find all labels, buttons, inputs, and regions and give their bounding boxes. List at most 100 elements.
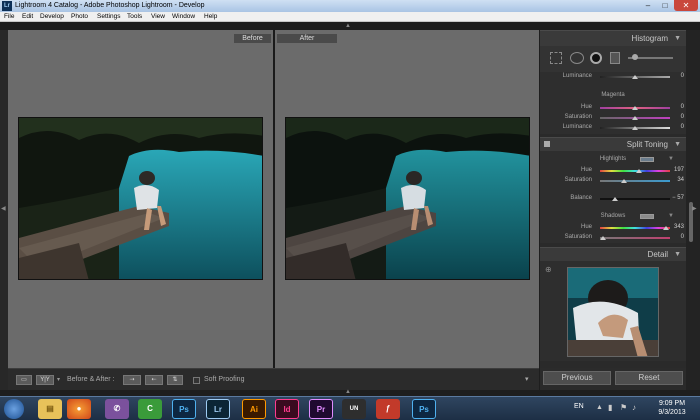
menu-settings[interactable]: Settings: [97, 12, 121, 22]
uniserver-icon[interactable]: UN: [342, 399, 366, 419]
network-icon[interactable]: ▮: [608, 403, 612, 412]
before-photo-image: [19, 118, 262, 279]
slider-knob[interactable]: [663, 226, 669, 230]
shadows-picker-icon[interactable]: ▼: [668, 213, 674, 219]
menu-window[interactable]: Window: [172, 12, 195, 22]
left-panel-toggle-strip[interactable]: ◀: [0, 30, 8, 390]
camtasia-icon[interactable]: C: [138, 399, 162, 419]
indesign-icon[interactable]: Id: [275, 399, 299, 419]
slider-knob[interactable]: [632, 126, 638, 130]
toolbar-menu-icon[interactable]: ▾: [525, 375, 529, 383]
menu-photo[interactable]: Photo: [71, 12, 88, 22]
windows-start-icon[interactable]: [4, 399, 24, 419]
shadows-hue-slider[interactable]: [600, 226, 670, 230]
left-panel-toggle-icon[interactable]: ◀: [1, 205, 6, 212]
graduated-filter-icon[interactable]: [610, 52, 620, 64]
shadows-saturation-value: 0: [680, 234, 684, 240]
target-adjust-icon[interactable]: ⊕: [545, 265, 552, 274]
panel-switch-icon[interactable]: [544, 141, 550, 147]
collapse-icon[interactable]: ▼: [674, 35, 681, 42]
slider-knob[interactable]: [600, 236, 606, 240]
flag-icon[interactable]: ⚑: [620, 403, 627, 412]
copy-before-to-after-button[interactable]: ⇢: [123, 375, 141, 385]
reset-button[interactable]: Reset: [615, 371, 683, 385]
mode-dropdown-icon[interactable]: ▾: [57, 376, 60, 383]
copy-after-to-before-button[interactable]: ⇠: [145, 375, 163, 385]
shadows-hue-value: 343: [673, 224, 684, 230]
loupe-view-button[interactable]: ▭: [16, 375, 32, 385]
detail-panel-header[interactable]: Detail ▼: [540, 247, 686, 261]
highlights-picker-icon[interactable]: ▼: [668, 156, 674, 162]
previous-button[interactable]: Previous: [543, 371, 611, 385]
before-photo: [18, 117, 263, 280]
magenta-luminance-slider[interactable]: [600, 126, 670, 130]
detail-panel: ⊕: [540, 261, 686, 361]
language-indicator[interactable]: EN: [574, 403, 584, 410]
magenta-saturation-slider[interactable]: [600, 116, 670, 120]
clock-time[interactable]: 9:09 PM: [652, 400, 692, 407]
bottom-panel-toggle-icon[interactable]: ▲: [345, 389, 351, 395]
menu-bar: File Edit Develop Photo Settings Tools V…: [0, 12, 700, 22]
bottom-toolbar: ▭ Y|Y ▾ Before & After : ⇢ ⇠ ⇅ Soft Proo…: [8, 368, 539, 390]
histogram-panel-header[interactable]: Histogram ▼: [540, 30, 686, 46]
lightroom-icon[interactable]: Lr: [206, 399, 230, 419]
swap-before-after-button[interactable]: ⇅: [167, 375, 183, 385]
collapse-icon[interactable]: ▼: [674, 141, 681, 148]
minimize-button[interactable]: –: [640, 0, 656, 11]
before-after-mode-button[interactable]: Y|Y: [36, 375, 54, 385]
after-pane: After: [275, 30, 539, 368]
menu-tools[interactable]: Tools: [127, 12, 142, 22]
menu-help[interactable]: Help: [204, 12, 217, 22]
shadows-color-swatch[interactable]: [640, 214, 654, 219]
collapse-icon[interactable]: ▼: [674, 251, 681, 258]
balance-slider[interactable]: [600, 197, 670, 201]
photoshop-icon-2[interactable]: Ps: [412, 399, 436, 419]
split-toning-title: Split Toning: [626, 140, 668, 149]
top-panel-toggle-icon[interactable]: ▲: [345, 23, 351, 29]
tool-strip: [540, 46, 686, 72]
premiere-icon[interactable]: Pr: [309, 399, 333, 419]
viber-icon[interactable]: ✆: [105, 399, 129, 419]
highlights-hue-slider[interactable]: [600, 169, 670, 173]
split-toning-panel-header[interactable]: Split Toning ▼: [540, 137, 686, 151]
illustrator-icon[interactable]: Ai: [242, 399, 266, 419]
right-panel-toggle-icon[interactable]: ▶: [692, 205, 697, 212]
slider-knob[interactable]: [632, 116, 638, 120]
luminance-top-slider[interactable]: [600, 75, 670, 79]
explorer-icon[interactable]: ▤: [38, 399, 62, 419]
firefox-icon[interactable]: ●: [67, 399, 91, 419]
slider-knob[interactable]: [632, 75, 638, 79]
magenta-hue-slider[interactable]: [600, 106, 670, 110]
slider-knob[interactable]: [636, 169, 642, 173]
clock-date[interactable]: 9/3/2013: [652, 409, 692, 416]
before-after-view: Before After: [8, 30, 539, 368]
menu-edit[interactable]: Edit: [22, 12, 33, 22]
tray-arrow-icon[interactable]: ▲: [596, 404, 603, 411]
close-button[interactable]: ✕: [674, 0, 698, 11]
slider-knob[interactable]: [621, 179, 627, 183]
slider-knob[interactable]: [632, 106, 638, 110]
highlights-saturation-label: Saturation: [564, 177, 592, 183]
menu-develop[interactable]: Develop: [40, 12, 64, 22]
menu-view[interactable]: View: [151, 12, 165, 22]
menu-file[interactable]: File: [4, 12, 14, 22]
detail-preview-image: [568, 268, 658, 356]
flash-icon[interactable]: ƒ: [376, 399, 400, 419]
soft-proofing-checkbox[interactable]: [193, 377, 200, 384]
shadows-saturation-slider[interactable]: [600, 236, 670, 240]
red-eye-icon[interactable]: [590, 52, 602, 64]
photoshop-icon[interactable]: Ps: [172, 399, 196, 419]
crop-tool-icon[interactable]: [550, 52, 562, 64]
adjustment-brush-knob: [632, 54, 638, 60]
slider-knob[interactable]: [612, 197, 618, 201]
highlights-saturation-value: 34: [677, 177, 684, 183]
after-label: After: [277, 34, 337, 43]
luminance-top-value: 0: [680, 73, 684, 79]
detail-preview[interactable]: [567, 267, 659, 357]
highlights-saturation-slider[interactable]: [600, 179, 670, 183]
highlights-color-swatch[interactable]: [640, 157, 654, 162]
spot-removal-icon[interactable]: [570, 52, 584, 64]
volume-icon[interactable]: ♪: [632, 403, 636, 412]
maximize-button[interactable]: □: [657, 0, 673, 11]
top-panel-toggle-strip[interactable]: ▲: [0, 22, 700, 30]
